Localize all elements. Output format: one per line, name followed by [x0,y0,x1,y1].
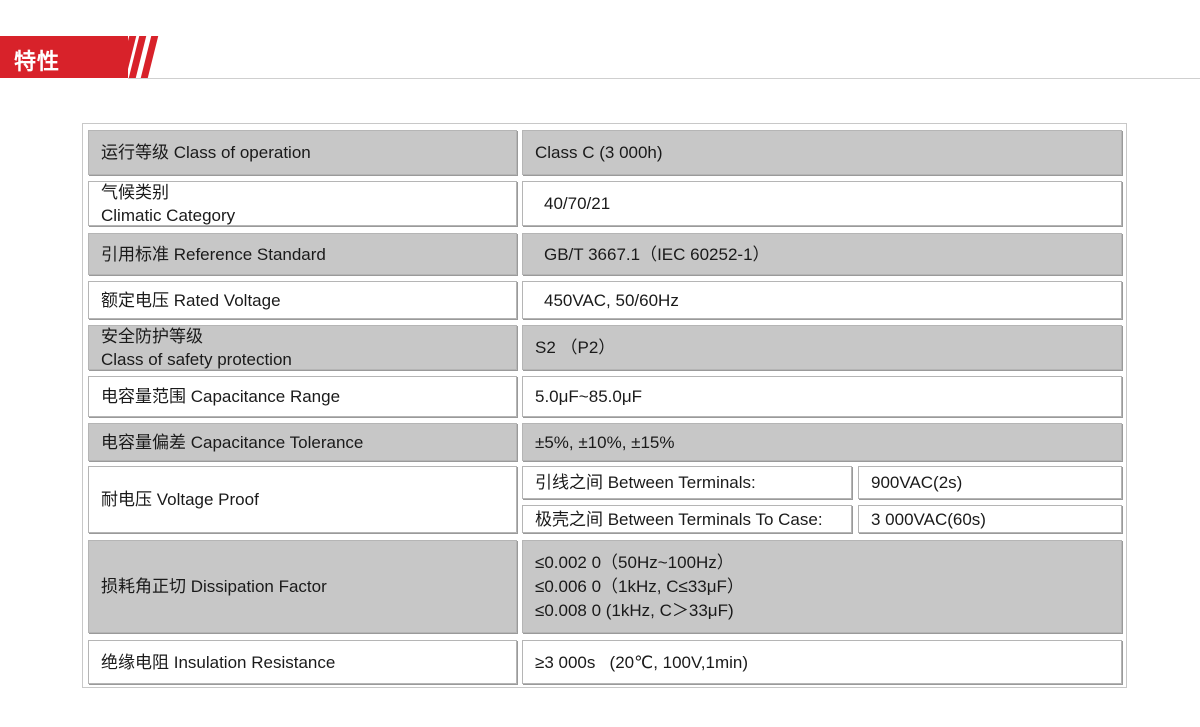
label-class-of-operation: 运行等级 Class of operation [88,130,517,175]
voltage-proof-case-value: 3 000VAC(60s) [858,505,1122,533]
label-insulation-resistance: 绝缘电阻 Insulation Resistance [88,640,517,684]
label-capacitance-tolerance: 电容量偏差 Capacitance Tolerance [88,423,517,461]
value-climatic-category: 40/70/21 [522,181,1122,226]
voltage-proof-case-label: 极壳之间 Between Terminals To Case: [522,505,852,533]
label-voltage-proof: 耐电压 Voltage Proof [88,466,517,533]
value-rated-voltage: 450VAC, 50/60Hz [522,281,1122,319]
voltage-proof-terminals-value: 900VAC(2s) [858,466,1122,499]
label-capacitance-range: 电容量范围 Capacitance Range [88,376,517,417]
label-rated-voltage: 额定电压 Rated Voltage [88,281,517,319]
value-class-of-operation: Class C (3 000h) [522,130,1122,175]
label-climatic-category: 气候类别 Climatic Category [88,181,517,226]
value-capacitance-tolerance: ±5%, ±10%, ±15% [522,423,1122,461]
value-safety-protection: S2 （P2） [522,325,1122,370]
label-reference-standard: 引用标准 Reference Standard [88,233,517,275]
spec-table: 运行等级 Class of operation Class C (3 000h)… [82,123,1127,688]
section-title: 特性 [14,50,61,75]
voltage-proof-terminals-label: 引线之间 Between Terminals: [522,466,852,499]
header-divider [128,78,1200,79]
value-dissipation-factor: ≤0.002 0（50Hz~100Hz） ≤0.006 0（1kHz, C≤33… [522,540,1122,633]
label-dissipation-factor: 损耗角正切 Dissipation Factor [88,540,517,633]
label-safety-protection: 安全防护等级 Class of safety protection [88,325,517,370]
value-reference-standard: GB/T 3667.1（IEC 60252-1） [522,233,1122,275]
value-insulation-resistance: ≥3 000s (20℃, 100V,1min) [522,640,1122,684]
value-capacitance-range: 5.0μF~85.0μF [522,376,1122,417]
